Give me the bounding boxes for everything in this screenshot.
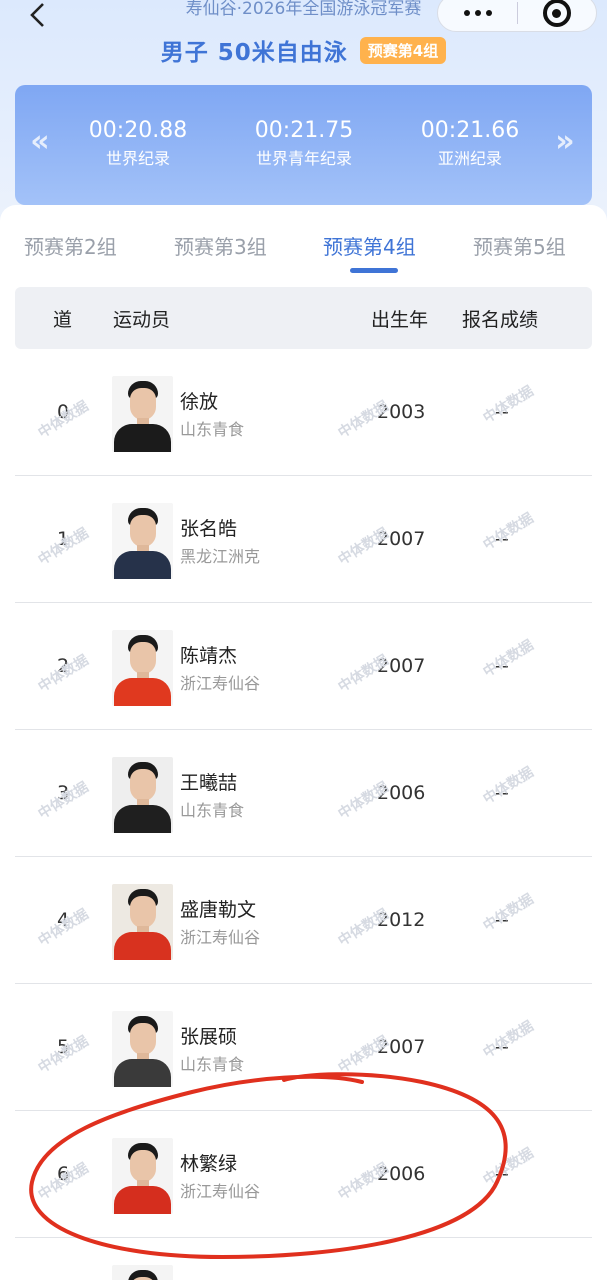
athlete-team: 浙江寿仙谷: [180, 674, 261, 693]
more-dots-icon[interactable]: [438, 0, 517, 31]
table-row[interactable]: 4 盛唐勒文 浙江寿仙谷 2012 -- 中体数据 中体数据 中体数据: [15, 857, 592, 984]
athlete-photo: [112, 1138, 173, 1214]
header-birth-year: 出生年: [371, 309, 429, 331]
mini-program-capsule: [437, 0, 597, 32]
table-row[interactable]: 3 王曦喆 山东青食 2006 -- 中体数据 中体数据 中体数据: [15, 730, 592, 857]
athlete-team: 山东青食: [180, 801, 245, 820]
records-next-icon[interactable]: »: [550, 127, 580, 157]
tab-heat-5[interactable]: 预赛第5组: [473, 231, 566, 260]
target-circle-icon: [542, 0, 571, 27]
athlete-name: 盛唐勒文: [180, 899, 257, 921]
event-header: 男子 50米自由泳 预赛第4组: [0, 34, 607, 66]
table-row[interactable]: 1 张名皓 黑龙江洲克 2007 -- 中体数据 中体数据 中体数据: [15, 476, 592, 603]
athlete-photo: [112, 1011, 173, 1087]
heat-tabs: 预赛第2组 预赛第3组 预赛第4组 预赛第5组: [0, 205, 607, 275]
tab-heat-2[interactable]: 预赛第2组: [24, 231, 117, 260]
close-miniprogram-button[interactable]: [518, 0, 596, 31]
record-label: 亚洲纪录: [437, 149, 502, 168]
record-time: 00:21.66: [420, 118, 520, 143]
athlete-photo: [112, 503, 173, 579]
record-time: 00:21.75: [254, 118, 354, 143]
table-row[interactable]: 5 张展硕 山东青食 2007 -- 中体数据 中体数据 中体数据: [15, 984, 592, 1111]
athlete-team: 山东青食: [180, 1055, 245, 1074]
header-athlete: 运动员: [113, 309, 171, 331]
athlete-name: 张名皓: [180, 518, 238, 540]
record-world: 00:20.88 世界纪录: [63, 117, 213, 171]
tab-heat-3[interactable]: 预赛第3组: [174, 231, 267, 260]
record-asian: 00:21.66 亚洲纪录: [395, 117, 545, 171]
record-label: 世界青年纪录: [255, 149, 352, 168]
table-row[interactable]: 6 林繁绿 浙江寿仙谷 2006 -- 中体数据 中体数据 中体数据: [15, 1111, 592, 1238]
header-entry-time: 报名成绩: [462, 309, 539, 331]
table-header: 道 运动员 出生年 报名成绩: [15, 287, 592, 349]
table-row[interactable]: 0 徐放 山东青食 2003 -- 中体数据 中体数据 中体数据: [15, 349, 592, 476]
athlete-photo: [112, 376, 173, 452]
table-row[interactable]: 2 陈靖杰 浙江寿仙谷 2007 -- 中体数据 中体数据 中体数据: [15, 603, 592, 730]
records-prev-icon[interactable]: «: [25, 127, 55, 157]
records-panel: « 00:20.88 世界纪录 00:21.75 世界青年纪录 00:21.66…: [15, 85, 592, 205]
athlete-team: 山东青食: [180, 420, 245, 439]
athlete-team: 浙江寿仙谷: [180, 1182, 261, 1201]
athlete-name: 张展硕: [180, 1026, 238, 1048]
record-time: 00:20.88: [88, 118, 188, 143]
active-tab-indicator: [350, 268, 398, 273]
athlete-photo: [112, 757, 173, 833]
record-world-junior: 00:21.75 世界青年纪录: [229, 117, 379, 171]
tab-heat-4[interactable]: 预赛第4组: [323, 231, 416, 260]
athlete-name: 林繁绿: [180, 1153, 238, 1175]
record-label: 世界纪录: [105, 149, 170, 168]
athlete-team: 黑龙江洲克: [180, 547, 261, 566]
athlete-photo: [112, 630, 173, 706]
table-row[interactable]: [15, 1238, 592, 1280]
heat-badge: 预赛第4组: [359, 36, 447, 64]
athlete-name: 徐放: [180, 391, 219, 413]
header-lane: 道: [53, 309, 73, 331]
event-title: 男子 50米自由泳: [160, 40, 348, 66]
athlete-name: 陈靖杰: [180, 645, 238, 667]
athlete-name: 王曦喆: [180, 772, 238, 794]
athlete-photo: [112, 884, 173, 960]
athlete-team: 浙江寿仙谷: [180, 928, 261, 947]
athlete-photo: [112, 1265, 173, 1280]
